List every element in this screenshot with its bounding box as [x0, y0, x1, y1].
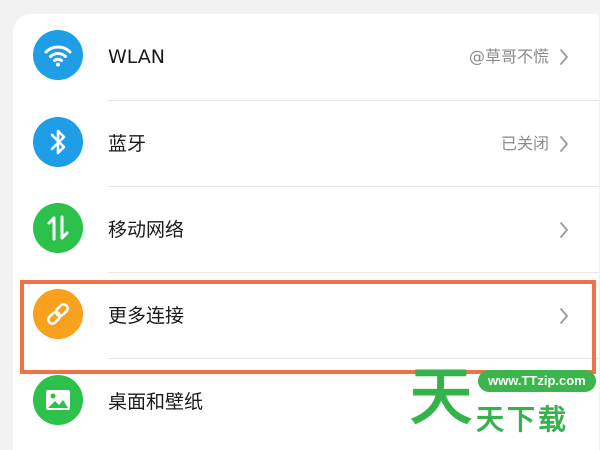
- chevron-right-icon: [560, 49, 568, 65]
- chevron-right-icon: [560, 222, 568, 238]
- settings-item-label: WLAN: [108, 46, 166, 68]
- settings-item-bluetooth[interactable]: 蓝牙 已关闭: [13, 101, 599, 187]
- settings-item-label: 移动网络: [108, 219, 185, 241]
- settings-item-more-connections[interactable]: 更多连接: [13, 273, 599, 359]
- settings-item-value: 已关闭: [500, 134, 549, 153]
- chevron-right-icon: [560, 136, 568, 152]
- settings-item-desktop-wallpaper[interactable]: 桌面和壁纸: [13, 359, 599, 445]
- settings-list: WLAN @草哥不慌 蓝牙 已关闭 移动网络 更多连接 桌面和壁纸: [13, 14, 599, 450]
- wifi-icon: [33, 30, 83, 80]
- settings-item-value: @草哥不慌: [468, 47, 549, 66]
- settings-item-label: 蓝牙: [108, 133, 147, 155]
- mobile-data-icon: [33, 203, 83, 253]
- wallpaper-icon: [33, 375, 83, 425]
- settings-item-wlan[interactable]: WLAN @草哥不慌: [13, 14, 599, 100]
- settings-item-label: 桌面和壁纸: [108, 391, 204, 413]
- settings-item-label: 更多连接: [108, 305, 185, 327]
- settings-item-mobile-network[interactable]: 移动网络: [13, 187, 599, 273]
- bluetooth-icon: [33, 117, 83, 167]
- chevron-right-icon: [560, 308, 568, 324]
- link-icon: [33, 289, 83, 339]
